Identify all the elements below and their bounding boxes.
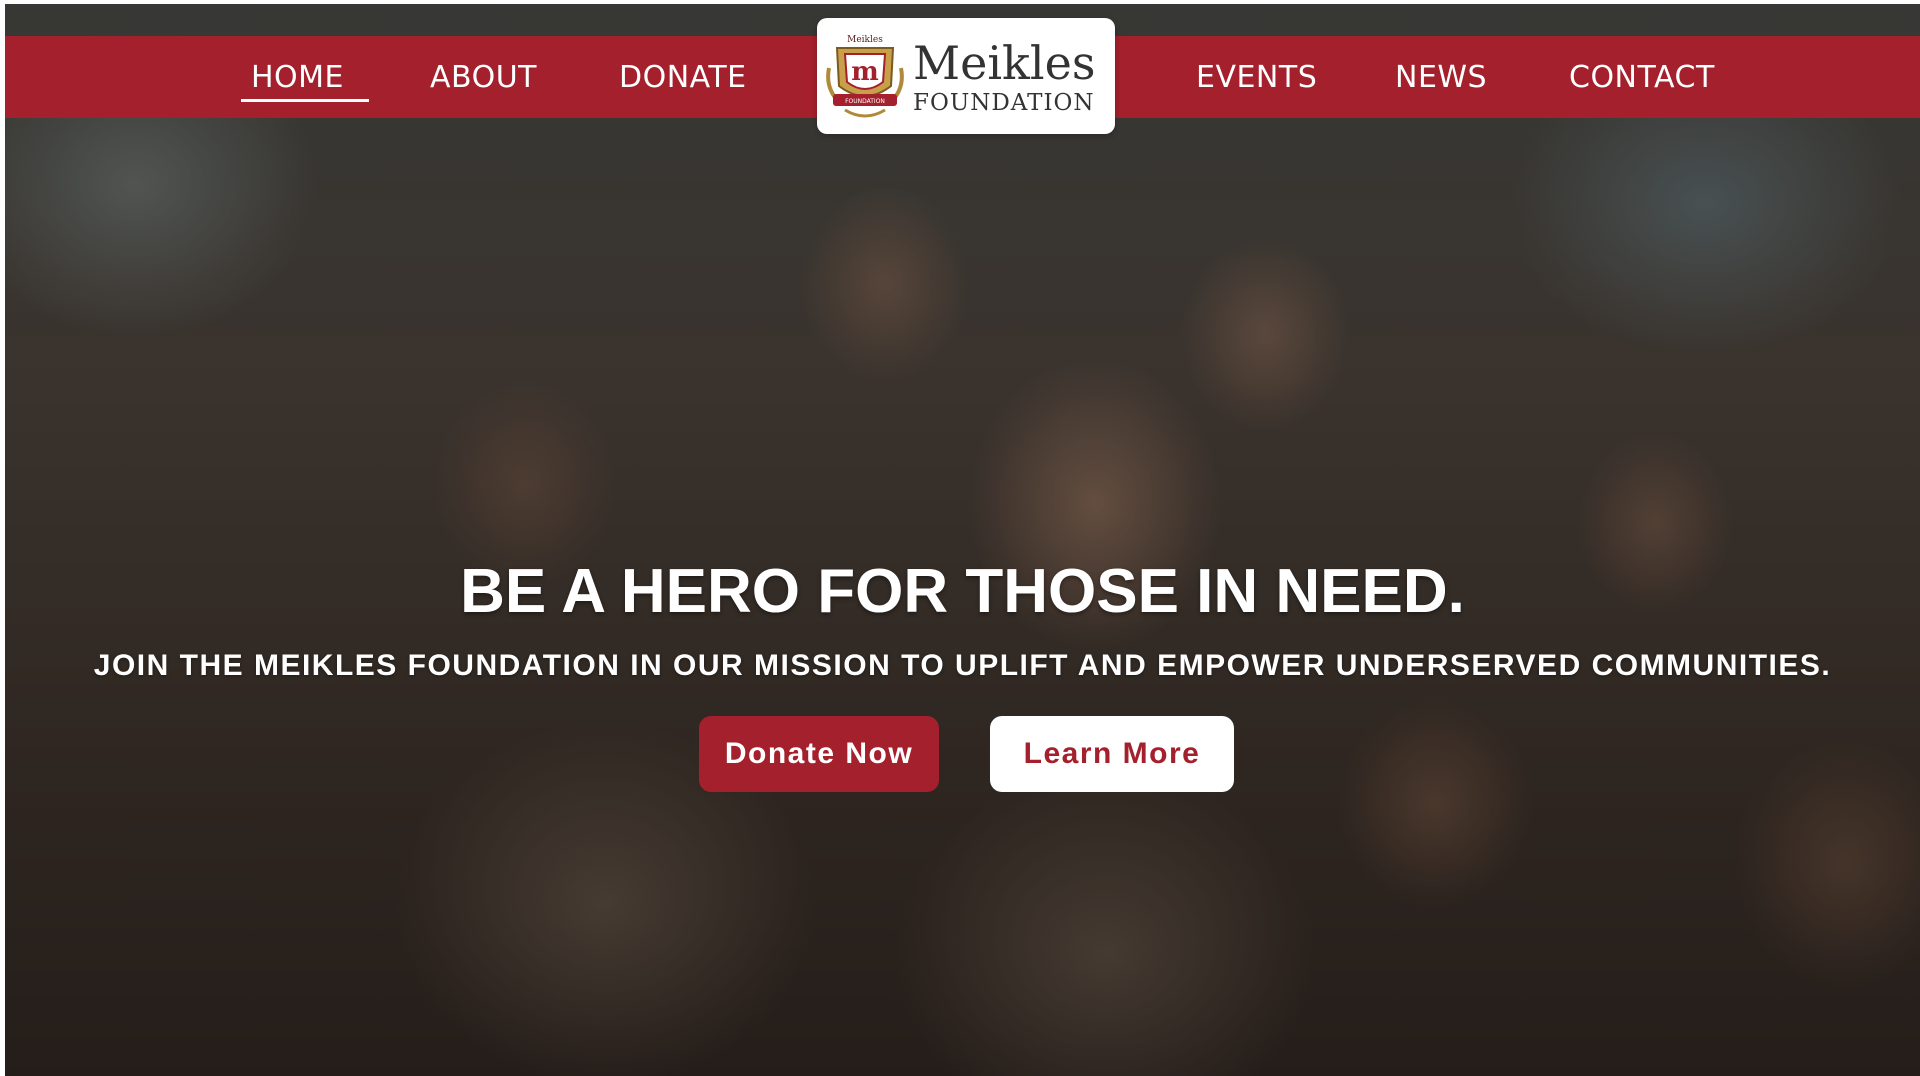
logo[interactable]: Meikles m FOUNDATION Meikles FOUNDATION xyxy=(817,18,1115,134)
logo-subtitle: FOUNDATION xyxy=(913,90,1095,116)
page: HOME ABOUT DONATE Meikles m FOUNDATION M… xyxy=(5,4,1920,1076)
donate-now-button[interactable]: Donate Now xyxy=(699,716,939,792)
svg-text:m: m xyxy=(851,57,879,87)
learn-more-button[interactable]: Learn More xyxy=(990,716,1234,792)
nav-item-contact[interactable]: CONTACT xyxy=(1569,36,1715,118)
hero-overlay xyxy=(5,4,1920,1076)
nav-item-events[interactable]: EVENTS xyxy=(1196,36,1317,118)
crest-icon: Meikles m FOUNDATION xyxy=(826,35,904,118)
logo-title: Meikles xyxy=(913,36,1096,90)
nav-item-about[interactable]: ABOUT xyxy=(430,36,537,118)
hero-heading: BE A HERO FOR THOSE IN NEED. xyxy=(460,557,1465,626)
crest-ribbon-text: FOUNDATION xyxy=(845,98,885,105)
nav-item-news[interactable]: NEWS xyxy=(1395,36,1487,118)
nav-item-home[interactable]: HOME xyxy=(251,36,344,118)
crest-top-text: Meikles xyxy=(847,35,883,45)
hero-subheading: JOIN THE MEIKLES FOUNDATION IN OUR MISSI… xyxy=(93,649,1832,682)
nav-item-donate[interactable]: DONATE xyxy=(619,36,747,118)
nav-active-underline xyxy=(241,99,369,102)
